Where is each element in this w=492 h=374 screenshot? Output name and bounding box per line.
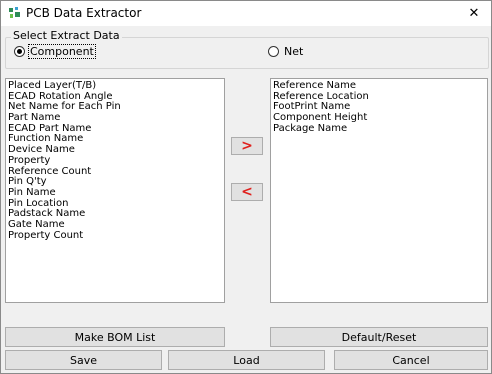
net-radio-label: Net xyxy=(284,45,304,58)
close-icon: ✕ xyxy=(468,6,480,21)
net-radio[interactable]: Net xyxy=(268,45,303,58)
dialog-window: PCB Data Extractor ✕ Select Extract Data… xyxy=(0,0,492,374)
title-bar: PCB Data Extractor ✕ xyxy=(1,1,491,26)
add-item-button[interactable]: > xyxy=(231,137,263,155)
list-item[interactable]: Property Count xyxy=(8,230,222,242)
remove-item-button[interactable]: < xyxy=(231,183,263,201)
load-button[interactable]: Load xyxy=(168,350,325,370)
make-bom-list-button[interactable]: Make BOM List xyxy=(5,327,225,347)
component-radio-label: Component xyxy=(28,44,96,59)
default-reset-label: Default/Reset xyxy=(341,330,417,344)
list-item[interactable]: Pin Name xyxy=(8,187,222,199)
available-items-list[interactable]: Placed Layer(T/B) ECAD Rotation Angle Ne… xyxy=(5,78,225,303)
load-label: Load xyxy=(233,353,260,367)
chevron-right-icon: > xyxy=(241,138,253,154)
save-label: Save xyxy=(69,353,97,367)
save-button[interactable]: Save xyxy=(5,350,162,370)
close-button[interactable]: ✕ xyxy=(457,1,491,26)
radio-checked-icon xyxy=(14,46,25,57)
window-title: PCB Data Extractor xyxy=(26,6,142,20)
cancel-button[interactable]: Cancel xyxy=(334,350,488,370)
radio-unchecked-icon xyxy=(268,46,279,57)
list-item[interactable]: Property xyxy=(8,155,222,167)
selected-items-list[interactable]: Reference Name Reference Location FootPr… xyxy=(270,78,488,303)
component-radio[interactable]: Component xyxy=(14,44,96,59)
extract-data-legend: Select Extract Data xyxy=(11,29,122,42)
chevron-left-icon: < xyxy=(241,184,253,200)
cancel-label: Cancel xyxy=(392,353,430,367)
make-bom-list-label: Make BOM List xyxy=(74,330,156,344)
list-item[interactable]: Package Name xyxy=(273,123,485,135)
app-icon xyxy=(9,7,20,18)
default-reset-button[interactable]: Default/Reset xyxy=(270,327,488,347)
